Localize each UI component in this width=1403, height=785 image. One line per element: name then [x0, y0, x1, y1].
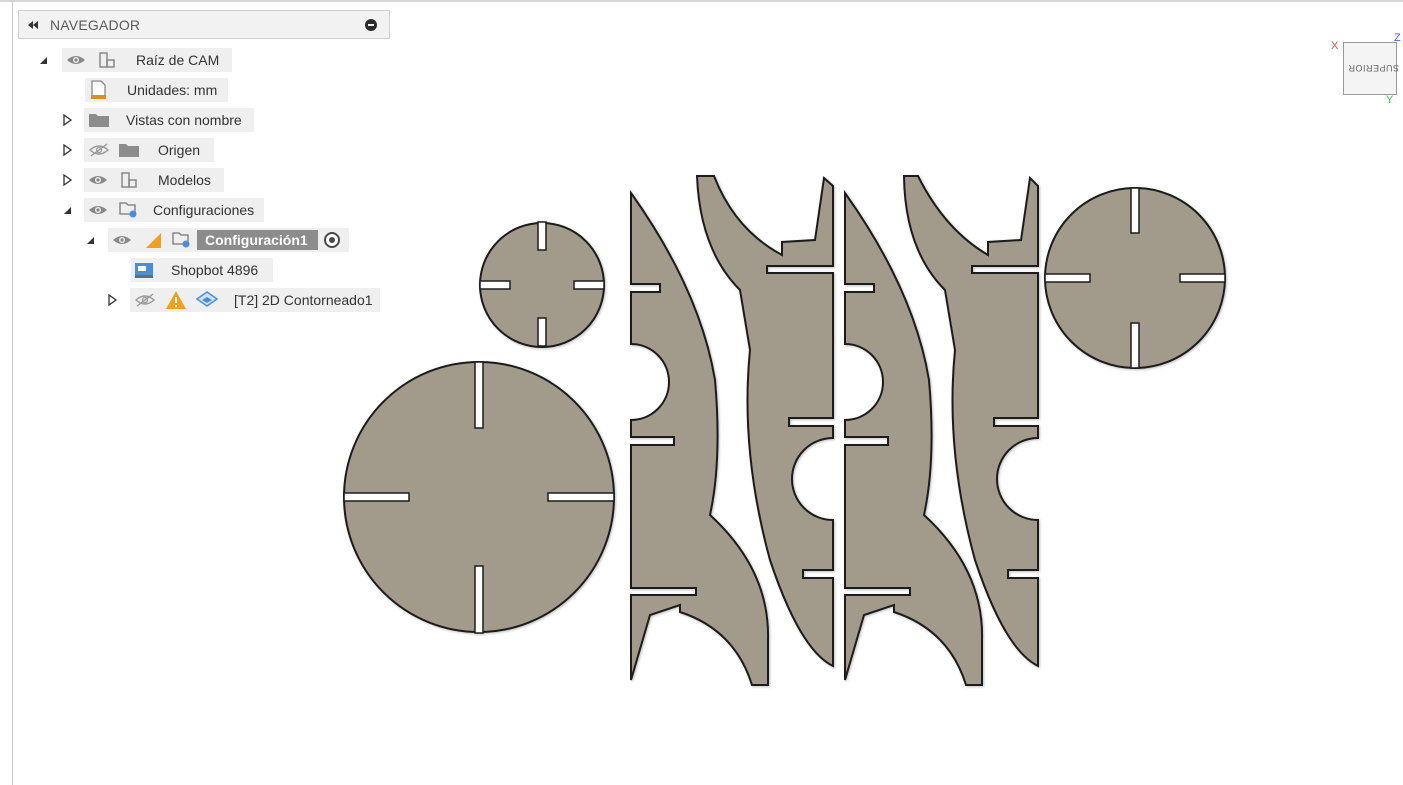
- tree-label-named-views: Vistas con nombre: [126, 112, 242, 128]
- tree-row-named-views[interactable]: Vistas con nombre: [62, 108, 262, 132]
- tree-node-operation[interactable]: [T2] 2D Contorneado1: [130, 288, 380, 312]
- part-small-disc[interactable]: [479, 221, 605, 348]
- tree-row-operation[interactable]: [T2] 2D Contorneado1: [107, 288, 387, 312]
- tree-row-setups[interactable]: Configuraciones: [62, 198, 272, 222]
- tree-row-root[interactable]: Raíz de CAM: [38, 48, 238, 72]
- operation-icon: [196, 291, 218, 307]
- setup-icon: [172, 232, 190, 248]
- part-leg-1[interactable]: [630, 189, 770, 686]
- tree-row-setup1[interactable]: Configuración1: [85, 228, 355, 252]
- navigator-title: NAVEGADOR: [50, 17, 141, 33]
- top-border: [0, 0, 1403, 2]
- part-leg-2[interactable]: [695, 175, 834, 668]
- close-panel-icon[interactable]: [365, 19, 377, 31]
- left-border: [12, 0, 13, 785]
- tree-row-units[interactable]: Unidades: mm: [85, 78, 235, 102]
- eye-icon[interactable]: [112, 232, 132, 248]
- activate-icon[interactable]: [324, 232, 340, 248]
- folder-icon: [89, 114, 109, 127]
- tree-label-setup1: Configuración1: [197, 230, 318, 250]
- machine-icon: [135, 263, 153, 278]
- eye-icon[interactable]: [66, 52, 86, 68]
- document-units-icon: [91, 80, 106, 99]
- part-leg-4[interactable]: [902, 175, 1039, 668]
- viewcube-face-label: SUPERIOR: [1348, 63, 1400, 73]
- tree-node-units[interactable]: Unidades: mm: [85, 78, 228, 102]
- tree-label-root: Raíz de CAM: [136, 52, 220, 68]
- axis-x-label: X: [1331, 40, 1339, 52]
- collapse-arrow-icon[interactable]: [38, 54, 48, 66]
- tree-row-machine[interactable]: Shopbot 4896: [131, 258, 281, 282]
- expand-arrow-icon[interactable]: [107, 294, 117, 306]
- expand-arrow-icon[interactable]: [62, 114, 72, 126]
- folder-icon: [119, 144, 139, 157]
- eye-hidden-icon[interactable]: [88, 142, 110, 158]
- component-icon: [121, 172, 137, 188]
- tree-node-setup1[interactable]: Configuración1: [108, 228, 349, 252]
- tree-node-models[interactable]: Modelos: [84, 168, 224, 192]
- tree-label-units: Unidades: mm: [127, 82, 218, 98]
- collapse-panel-icon[interactable]: [26, 19, 40, 31]
- part-leg-3[interactable]: [844, 189, 984, 686]
- collapse-arrow-icon[interactable]: [62, 204, 72, 216]
- navigator-header: NAVEGADOR: [18, 10, 390, 39]
- tree-label-setups: Configuraciones: [153, 202, 255, 218]
- expand-arrow-icon[interactable]: [62, 144, 72, 156]
- part-right-disc[interactable]: [1044, 187, 1226, 369]
- tree-node-root[interactable]: Raíz de CAM: [62, 48, 232, 72]
- tree-row-models[interactable]: Modelos: [62, 168, 232, 192]
- warning-icon: [166, 291, 186, 309]
- viewcube[interactable]: SUPERIOR: [1343, 42, 1400, 95]
- tree-node-origin[interactable]: Origen: [84, 138, 214, 162]
- tree-label-models: Modelos: [158, 172, 211, 188]
- tree-label-origin: Origen: [158, 142, 201, 158]
- tree-node-setups[interactable]: Configuraciones: [84, 198, 264, 222]
- eye-hidden-icon[interactable]: [134, 292, 156, 308]
- tree-node-named-views[interactable]: Vistas con nombre: [84, 108, 254, 132]
- setup-icon: [119, 202, 137, 218]
- expand-arrow-icon[interactable]: [62, 174, 72, 186]
- axis-y-label: Y: [1386, 94, 1394, 106]
- tree-node-machine[interactable]: Shopbot 4896: [131, 258, 273, 282]
- tree-row-origin[interactable]: Origen: [62, 138, 222, 162]
- component-icon: [99, 52, 115, 68]
- tree-label-operation: [T2] 2D Contorneado1: [234, 292, 373, 308]
- eye-icon[interactable]: [88, 202, 108, 218]
- part-large-disc[interactable]: [343, 361, 615, 634]
- eye-icon[interactable]: [88, 172, 108, 188]
- stock-icon: [146, 233, 161, 248]
- collapse-arrow-icon[interactable]: [85, 234, 95, 246]
- tree-label-machine: Shopbot 4896: [171, 262, 259, 278]
